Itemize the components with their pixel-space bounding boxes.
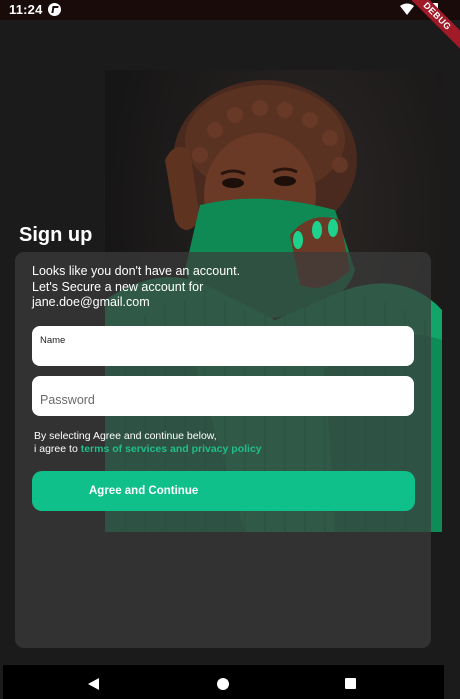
agree-continue-button[interactable]: Agree and Continue <box>32 471 415 511</box>
intro-line: Looks like you don't have an account. <box>32 264 241 278</box>
terms-line1: By selecting Agree and continue below, <box>34 430 217 442</box>
agree-button-label: Agree and Continue <box>89 485 199 497</box>
terms-link[interactable]: terms of services and privacy policy <box>81 443 262 455</box>
intro-text: Looks like you don't have an account. Le… <box>32 264 332 311</box>
wifi-icon <box>400 3 414 15</box>
signup-card: Looks like you don't have an account. Le… <box>15 252 431 648</box>
terms-text: By selecting Agree and continue below, i… <box>34 430 394 455</box>
page-title: Sign up <box>19 224 93 246</box>
status-time: 11:24 <box>9 2 43 17</box>
password-placeholder: Password <box>40 393 95 407</box>
app-notification-icon <box>48 3 61 16</box>
intro-line: Let's Secure a new account for <box>32 279 204 294</box>
status-bar: 11:24 <box>0 0 460 20</box>
terms-prefix: i agree to <box>34 442 81 455</box>
name-field[interactable]: Name <box>32 326 414 366</box>
back-icon[interactable] <box>88 678 99 690</box>
password-field[interactable]: Password <box>32 376 414 416</box>
name-field-label: Name <box>40 335 66 346</box>
navigation-bar <box>3 665 444 699</box>
intro-email: jane.doe@gmail.com <box>32 295 150 309</box>
home-icon[interactable] <box>217 678 229 690</box>
recents-icon[interactable] <box>345 678 356 689</box>
